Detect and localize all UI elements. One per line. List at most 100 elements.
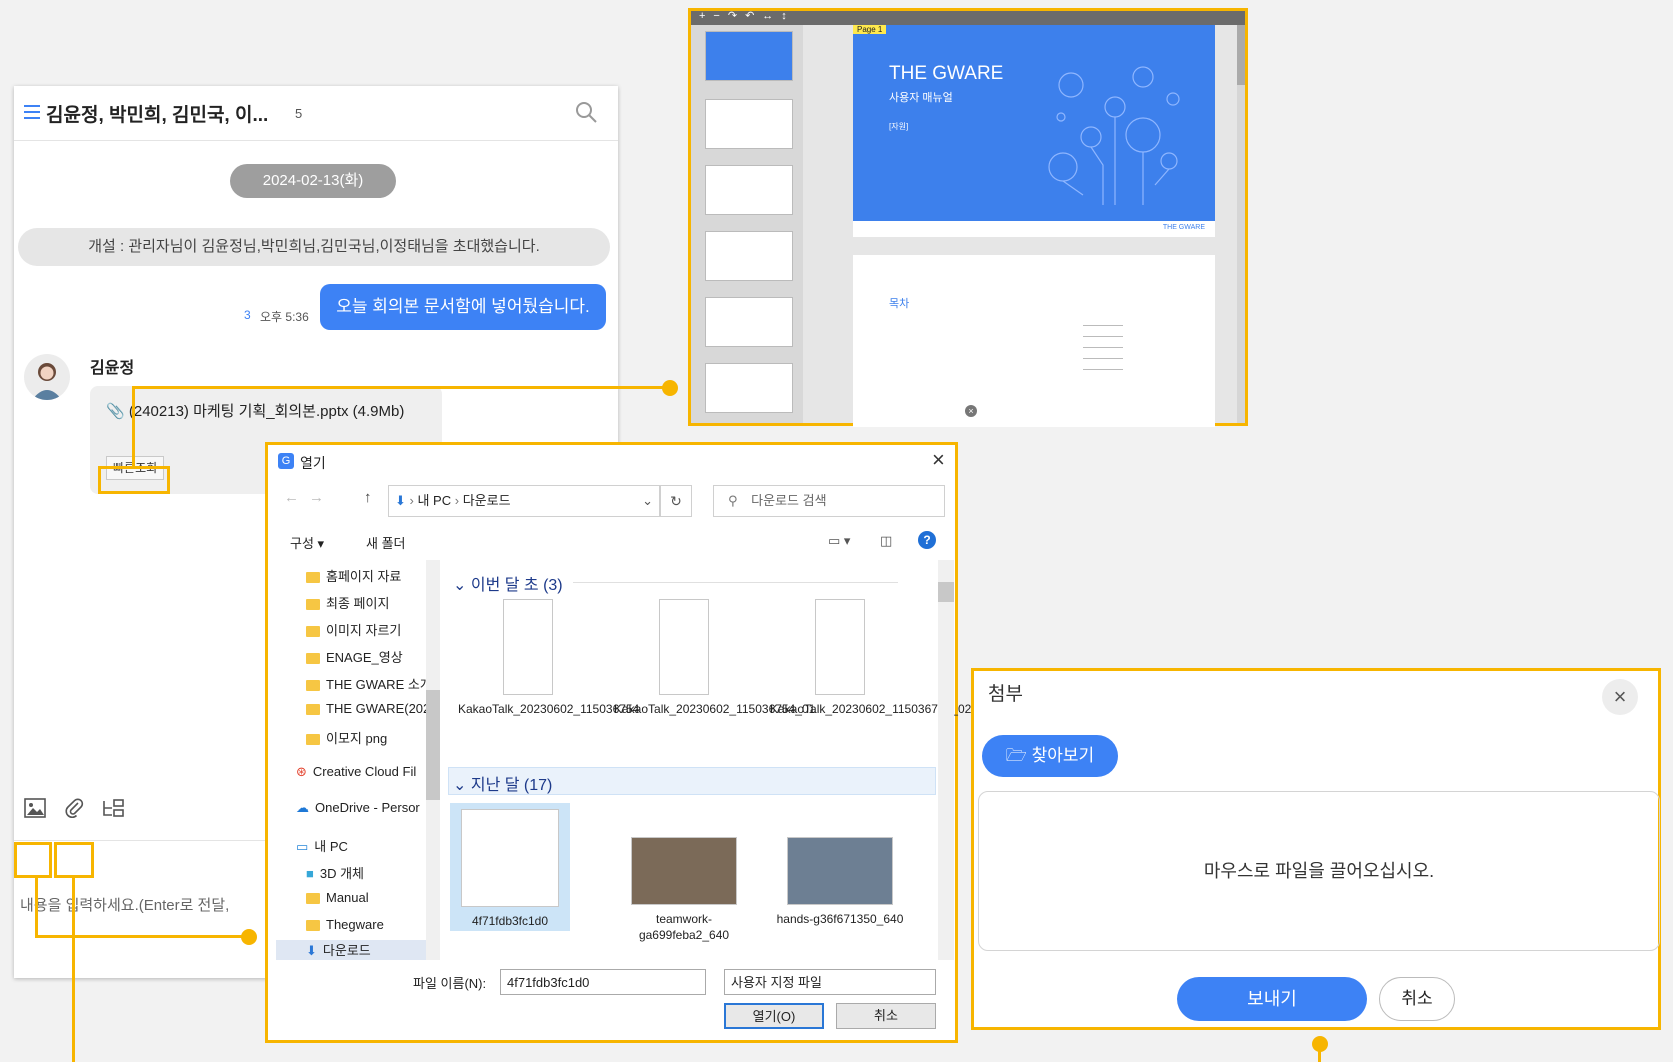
address-bar[interactable]: ⬇ › 내 PC › 다운로드 ⌄ — [388, 485, 660, 517]
file-item[interactable]: KakaoTalk_20230602_115036754_01 — [614, 599, 815, 717]
file-item-selected[interactable]: 4f71fdb3fc1d0 — [450, 803, 570, 931]
folder-icon: 🗁 — [1005, 746, 1027, 765]
search-icon[interactable] — [574, 100, 598, 124]
send-button[interactable]: 보내기 — [1177, 977, 1367, 1021]
nav-item-creative-cloud[interactable]: ⊛ Creative Cloud Fil — [296, 764, 416, 780]
callout-line — [132, 386, 670, 389]
close-icon[interactable]: × — [1602, 679, 1638, 715]
view-options-icon[interactable]: ▭ ▾ — [828, 533, 850, 549]
page-cover: THE GWARE 사용자 매뉴얼 [자원] THE GWARE — [853, 25, 1215, 237]
path-segment[interactable]: 내 PC — [417, 493, 451, 508]
thumbnail[interactable] — [705, 363, 793, 413]
nav-back-forward-icon[interactable]: ←→ — [284, 489, 334, 506]
message-time: 오후 5:36 — [260, 310, 309, 324]
quick-view-highlight — [98, 466, 170, 494]
system-message: 개설 : 관리자님이 김윤정님,박민희님,김민국님,이정태님을 초대했습니다. — [18, 228, 610, 266]
nav-item[interactable]: Thegware — [306, 917, 384, 932]
message-input[interactable]: 내용을 입력하세요.(Enter로 전달, — [20, 894, 229, 915]
file-thumbnail — [815, 599, 865, 695]
drop-zone[interactable]: 마우스로 파일을 끌어오십시오. — [978, 791, 1660, 951]
file-item[interactable]: teamwork-ga699feba2_640 — [614, 837, 754, 943]
member-count: 5 — [295, 106, 303, 121]
attach-icon-highlight — [54, 842, 94, 878]
chevron-down-icon[interactable]: ⌄ — [642, 486, 653, 516]
attach-panel: 첨부 × 🗁 찾아보기 마우스로 파일을 끌어오십시오. 보내기 취소 — [971, 668, 1661, 1030]
thumbnail[interactable] — [705, 99, 793, 149]
my-message-bubble[interactable]: 오늘 회의본 문서함에 넣어뒀습니다. — [320, 284, 606, 330]
open-button[interactable]: 열기(O) — [724, 1003, 824, 1029]
browse-button[interactable]: 🗁 찾아보기 — [982, 735, 1118, 777]
cover-subtitle: 사용자 매뉴얼 — [889, 92, 953, 104]
help-icon[interactable]: ? — [918, 531, 936, 549]
group-header-this-month[interactable]: ⌄ 이번 달 초 (3) — [453, 571, 563, 595]
refresh-icon[interactable]: ↻ — [660, 485, 692, 517]
file-open-dialog: G 열기 × ←→ ↑ ⬇ › 내 PC › 다운로드 ⌄ ↻ ⚲ 다운로드 검… — [265, 442, 971, 1043]
nav-item-3d[interactable]: ■ 3D 개체 — [306, 863, 364, 882]
preview-pane-icon[interactable]: ◫ — [880, 533, 892, 549]
thumbnail-pane — [691, 25, 803, 423]
new-folder-button[interactable]: 새 폴더 — [366, 533, 406, 552]
nav-item[interactable]: THE GWARE(202 — [306, 701, 430, 716]
creative-cloud-icon: ⊛ — [296, 764, 307, 779]
cover-title: THE GWARE — [889, 63, 1004, 84]
thumbnail[interactable] — [705, 165, 793, 215]
attach-title: 첨부 — [988, 684, 1023, 705]
sender-name: 김윤정 — [90, 360, 135, 377]
file-item[interactable]: KakaoTalk_20230602_115036754_02 — [770, 599, 971, 717]
nav-item[interactable]: THE GWARE 소개 — [306, 674, 432, 693]
search-input[interactable]: ⚲ 다운로드 검색 — [713, 485, 945, 517]
group-header-last-month[interactable]: ⌄ 지난 달 (17) — [453, 771, 552, 795]
search-icon: ⚲ — [728, 493, 738, 508]
cover-brand: THE GWARE — [1162, 224, 1205, 231]
file-type-select[interactable]: 사용자 지정 파일 — [724, 969, 936, 995]
viewer-scrollbar[interactable] — [1237, 25, 1245, 423]
app-icon: G — [278, 453, 294, 469]
file-item[interactable]: hands-g36f671350_640 — [770, 837, 910, 927]
close-icon[interactable]: × — [965, 405, 977, 417]
thumbnail[interactable] — [705, 231, 793, 281]
nav-item[interactable]: 홈페이지 자료 — [306, 566, 401, 585]
document-viewer: +−↷↶↔↕ Page 1 THE GWARE 사용자 매뉴얼 [자원] THE… — [688, 8, 1248, 427]
cover-illustration — [1048, 66, 1180, 205]
callout-line — [132, 386, 135, 467]
nav-item[interactable]: 최종 페이지 — [306, 593, 389, 612]
file-list-scrollbar[interactable] — [938, 560, 954, 960]
nav-scrollbar[interactable] — [426, 560, 440, 960]
nav-item-downloads[interactable]: ⬇ 다운로드 — [276, 940, 426, 960]
organize-button[interactable]: 구성 ▾ — [290, 533, 324, 552]
image-icon-highlight — [14, 842, 52, 878]
paperclip-icon: 📎 — [106, 403, 125, 420]
page-label: Page 1 — [853, 25, 887, 34]
nav-item[interactable]: 이모지 png — [306, 728, 387, 747]
file-item[interactable]: KakaoTalk_20230602_115036754 — [458, 599, 639, 717]
nav-item[interactable]: 이미지 자르기 — [306, 620, 401, 639]
nav-item[interactable]: Manual — [306, 890, 369, 905]
cancel-button[interactable]: 취소 — [1379, 977, 1455, 1021]
thumbnail[interactable] — [705, 297, 793, 347]
nav-item-onedrive[interactable]: ☁ OneDrive - Persor — [296, 800, 420, 816]
cloud-icon: ☁ — [296, 800, 309, 815]
callout-dot — [241, 929, 257, 945]
cancel-button[interactable]: 취소 — [836, 1003, 936, 1029]
cube-icon: ■ — [306, 866, 314, 881]
nav-item-this-pc[interactable]: ▭ 내 PC — [296, 836, 348, 855]
image-icon[interactable] — [24, 798, 46, 818]
callout-line — [35, 935, 250, 938]
menu-icon[interactable] — [24, 104, 40, 120]
viewer-toolbar-icons[interactable]: +−↷↶↔↕ — [699, 9, 795, 22]
avatar[interactable] — [24, 354, 70, 400]
cover-tag: [자원] — [889, 122, 909, 131]
file-thumbnail — [631, 837, 737, 905]
close-icon[interactable]: × — [932, 447, 945, 473]
nav-item[interactable]: ENAGE_영상 — [306, 647, 403, 666]
path-segment[interactable]: 다운로드 — [463, 493, 511, 508]
thumbnail[interactable] — [705, 31, 793, 81]
callout-line — [72, 876, 75, 1062]
chat-room-title: 김윤정, 박민희, 김민국, 이... — [46, 105, 269, 126]
callout-line — [1318, 1046, 1321, 1062]
up-arrow-icon[interactable]: ↑ — [364, 489, 372, 506]
org-chart-icon[interactable] — [102, 798, 126, 818]
attach-icon[interactable] — [64, 797, 84, 819]
file-thumbnail — [659, 599, 709, 695]
filename-input[interactable]: 4f71fdb3fc1d0 — [500, 969, 706, 995]
